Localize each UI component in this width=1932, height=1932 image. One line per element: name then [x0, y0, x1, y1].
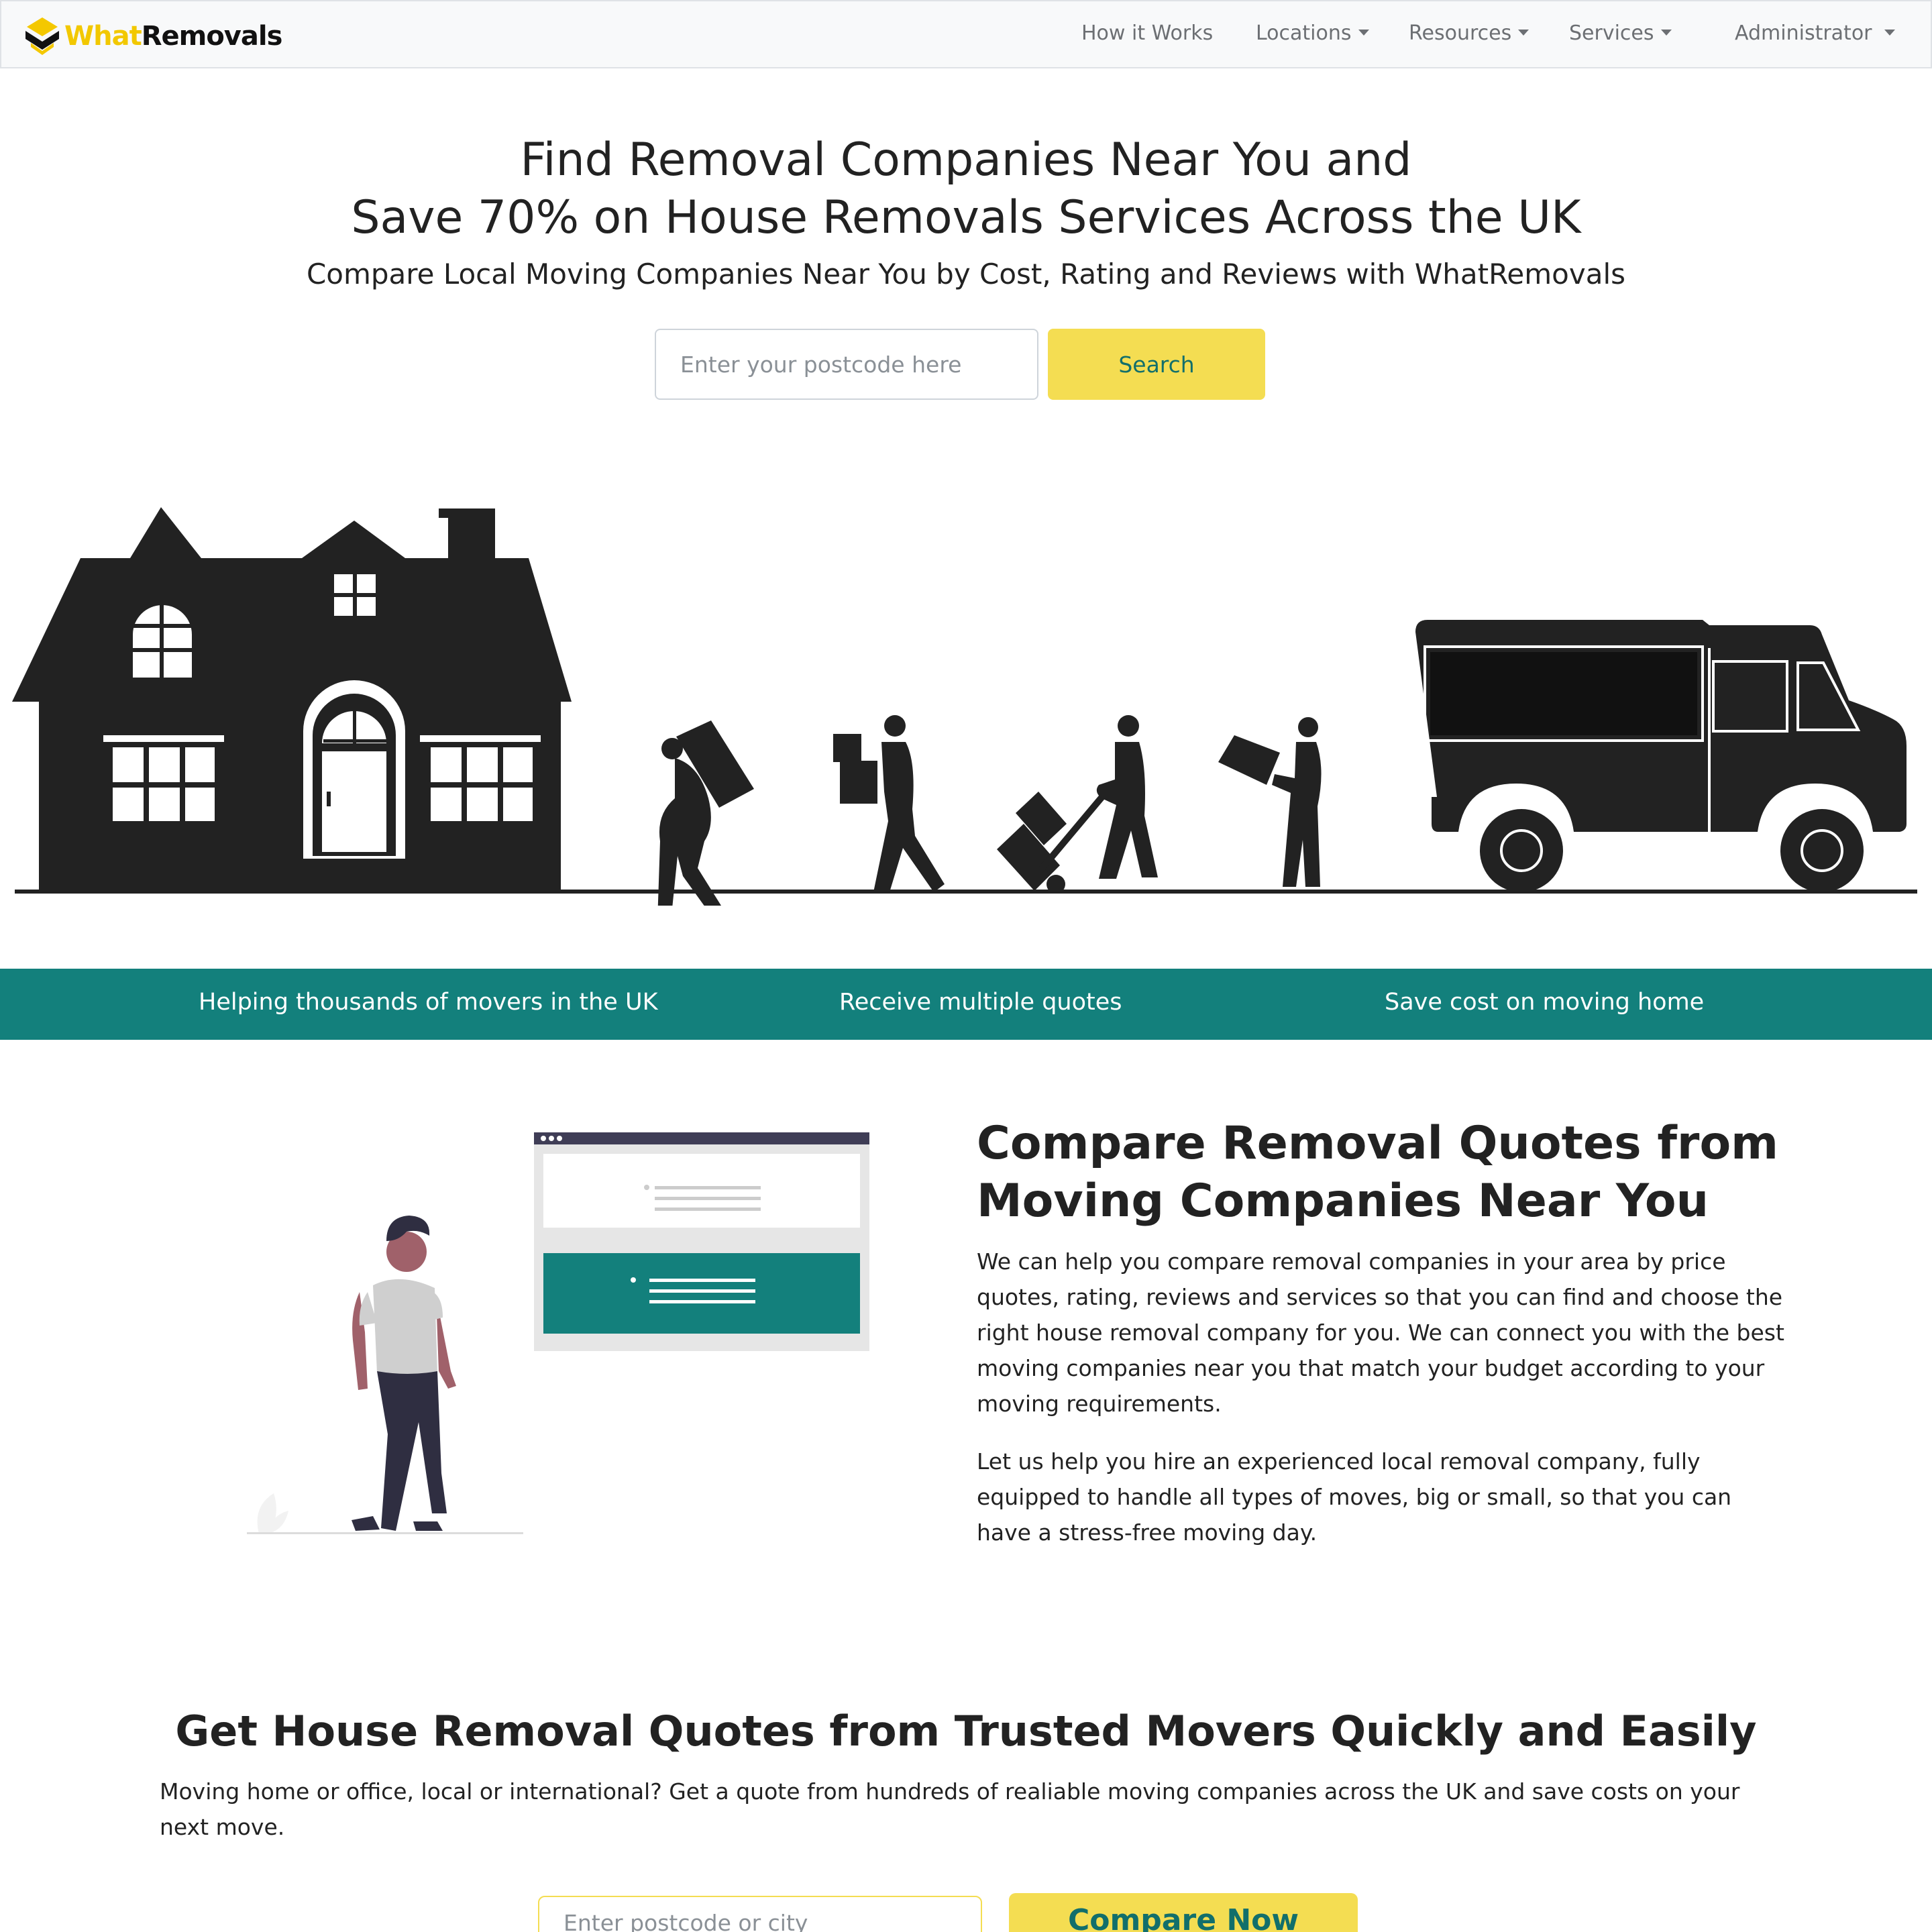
- brand-logo[interactable]: WhatRemovals: [24, 16, 282, 56]
- quotes-paragraph: Moving home or office, local or internat…: [160, 1778, 1740, 1840]
- feature-item: Helping thousands of movers in the UK: [199, 989, 658, 1016]
- compare-title-line1: Compare Removal Quotes from: [977, 1117, 1779, 1170]
- compare-title: Compare Removal Quotes from Moving Compa…: [977, 1115, 1849, 1230]
- brand-name: WhatRemovals: [64, 21, 282, 52]
- quotes-title: Get House Removal Quotes from Trusted Mo…: [175, 1707, 1757, 1756]
- nav-services-dropdown[interactable]: Services: [1569, 21, 1672, 45]
- caret-down-icon: [1660, 30, 1672, 36]
- feature-item: Save cost on moving home: [1385, 989, 1705, 1016]
- moving-illustration: [12, 507, 1917, 906]
- nav-locations-label: Locations: [1256, 21, 1352, 45]
- nav-how-it-works[interactable]: How it Works: [1081, 21, 1213, 45]
- compare-now-button[interactable]: Compare Now: [1009, 1893, 1358, 1932]
- compare-title-line2: Moving Companies Near You: [977, 1175, 1709, 1228]
- compare-paragraph-2: Let us help you hire an experienced loca…: [977, 1448, 1732, 1546]
- nav-account-label: Administrator: [1735, 21, 1872, 45]
- logo-icon: [25, 17, 59, 55]
- navbar: WhatRemovals How it Works Locations Reso…: [0, 0, 1932, 68]
- nav-services-label: Services: [1569, 21, 1654, 45]
- hero-title-line1: Find Removal Companies Near You and: [520, 133, 1412, 186]
- compare-paragraph-1: We can help you compare removal companie…: [977, 1248, 1784, 1417]
- van-icon: [1415, 620, 1912, 892]
- comparison-illustration: [247, 1132, 869, 1534]
- nav-resources-label: Resources: [1409, 21, 1512, 45]
- caret-down-icon: [1884, 30, 1895, 36]
- postcode-city-input[interactable]: [538, 1896, 982, 1932]
- caret-down-icon: [1518, 30, 1529, 36]
- nav-locations-dropdown[interactable]: Locations: [1256, 21, 1369, 45]
- postcode-input[interactable]: [655, 329, 1038, 400]
- feature-item: Receive multiple quotes: [839, 989, 1122, 1016]
- nav-account-dropdown[interactable]: Administrator: [1735, 21, 1895, 45]
- house-icon: [12, 507, 572, 892]
- feature-bar: Helping thousands of movers in the UK Re…: [0, 969, 1932, 1040]
- nav-resources-dropdown[interactable]: Resources: [1409, 21, 1529, 45]
- search-button[interactable]: Search: [1048, 329, 1265, 400]
- caret-down-icon: [1358, 30, 1369, 36]
- movers-icon: [657, 715, 1322, 906]
- hero-subtitle: Compare Local Moving Companies Near You …: [306, 258, 1626, 290]
- hero-title-line2: Save 70% on House Removals Services Acro…: [351, 191, 1581, 244]
- hero-title: Find Removal Companies Near You and Save…: [0, 131, 1932, 247]
